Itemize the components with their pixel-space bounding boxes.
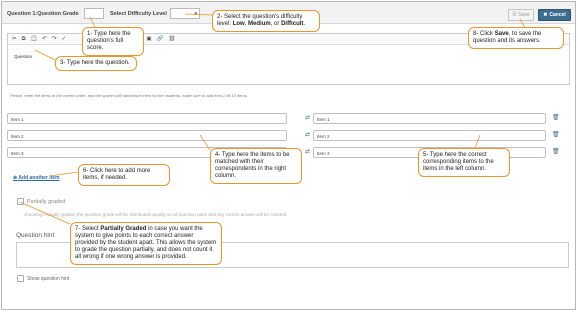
right-item-input[interactable]: Item 1 [313,113,546,124]
callout-grade-text: 1- Type here the question's full score. [87,31,131,51]
question-hint-label: Question hint [16,232,55,239]
save-button[interactable]: 🖫 Save [508,9,534,21]
show-hint-label: Show question hint [27,276,70,282]
partially-graded-note: choosing Partially graded, the question … [24,212,288,217]
right-item-text: Item 2 [317,134,330,139]
difficulty-low-text: Low [232,21,245,27]
callout-partial-prefix: 7- Select [75,226,99,232]
difficulty-select[interactable]: ▾ [170,8,200,19]
show-hint-checkbox[interactable] [17,275,24,282]
match-link-icon: ⇄ [305,115,311,121]
callout-or-text: or [274,21,280,27]
partially-graded-checkbox[interactable] [17,198,24,205]
callout-left-items: 4- Type here the items to be matched wit… [210,148,302,184]
right-item-input[interactable]: Item 2 [313,130,546,141]
cancel-button-label: Cancel [549,12,566,18]
callout-question: 3- Type here the question. [55,56,137,71]
difficulty-difficult-text: Difficult [281,21,304,27]
trash-icon[interactable]: 🗑 [552,114,560,121]
spellcheck-icon[interactable]: ✓ [62,36,67,42]
left-item-input[interactable]: Item 1 [7,113,287,124]
left-item-input[interactable]: Item 2 [7,130,287,141]
add-another-item-link[interactable]: ⊕ Add another item [13,175,60,181]
left-item-text: Item 1 [11,117,24,122]
difficulty-medium-text: Medium [248,21,271,27]
match-link-icon: ⇄ [305,149,311,155]
items-instruction-note: Please, enter the items in the correct o… [10,93,248,98]
callout-question-text: 3- Type here the question. [60,60,130,66]
copy-icon[interactable]: ⧉ [22,36,26,43]
callout-grade: 1- Type here the question's full score. [82,27,144,56]
question-grade-input[interactable] [84,8,104,19]
left-item-text: Item 2 [11,134,24,139]
callout-add-item: 6- Click here to add more items, if need… [78,164,170,186]
cancel-button[interactable]: ✖ Cancel [538,9,571,21]
callout-save: 8- Click Save, to save the question and … [468,27,564,49]
question-grade-label: Question 1:Question Grade [7,11,79,17]
callout-partial: 7- Select Partially Graded in case you w… [70,222,222,265]
callout-partial-bold: Partially Graded [100,226,147,232]
trash-icon[interactable]: 🗑 [552,148,560,155]
right-item-text: Item 1 [317,117,330,122]
unlink-icon[interactable]: ⛓ [168,36,175,42]
right-item-text: Item 3 [317,151,330,156]
cut-icon[interactable]: ✂ [12,36,17,42]
add-another-label: Add another item [18,175,60,181]
plus-icon: ⊕ [13,175,18,181]
callout-right-items: 5- Type here the correct corresponding i… [418,148,510,177]
save-icon: 🖫 [512,11,517,17]
paste-icon[interactable]: 📋 [31,36,38,42]
callout-right-items-text: 5- Type here the correct corresponding i… [423,152,494,172]
callout-add-item-text: 6- Click here to add more items, if need… [83,168,151,181]
question-text: Question [14,54,33,59]
callout-difficulty: 2- Select the question's difficulty leve… [212,10,320,32]
left-item-text: Item 3 [11,151,24,156]
callout-save-prefix: 8- Click [473,31,494,37]
callout-left-items-text: 4- Type here the items to be matched wit… [215,152,290,179]
close-icon: ✖ [543,12,548,18]
partially-graded-label: Partially graded [27,199,66,205]
chevron-down-icon: ▾ [194,11,197,17]
trash-icon[interactable]: 🗑 [552,131,560,138]
save-button-label: Save [518,12,530,18]
redo-icon[interactable]: ↷ [52,36,57,42]
difficulty-label: Select Difficulty Level [110,11,167,17]
image-icon[interactable]: ▣ [146,36,151,42]
callout-save-bold: Save [494,31,509,37]
link-icon[interactable]: 🔗 [157,36,164,42]
undo-icon[interactable]: ↶ [42,36,47,42]
match-link-icon: ⇄ [305,132,311,138]
